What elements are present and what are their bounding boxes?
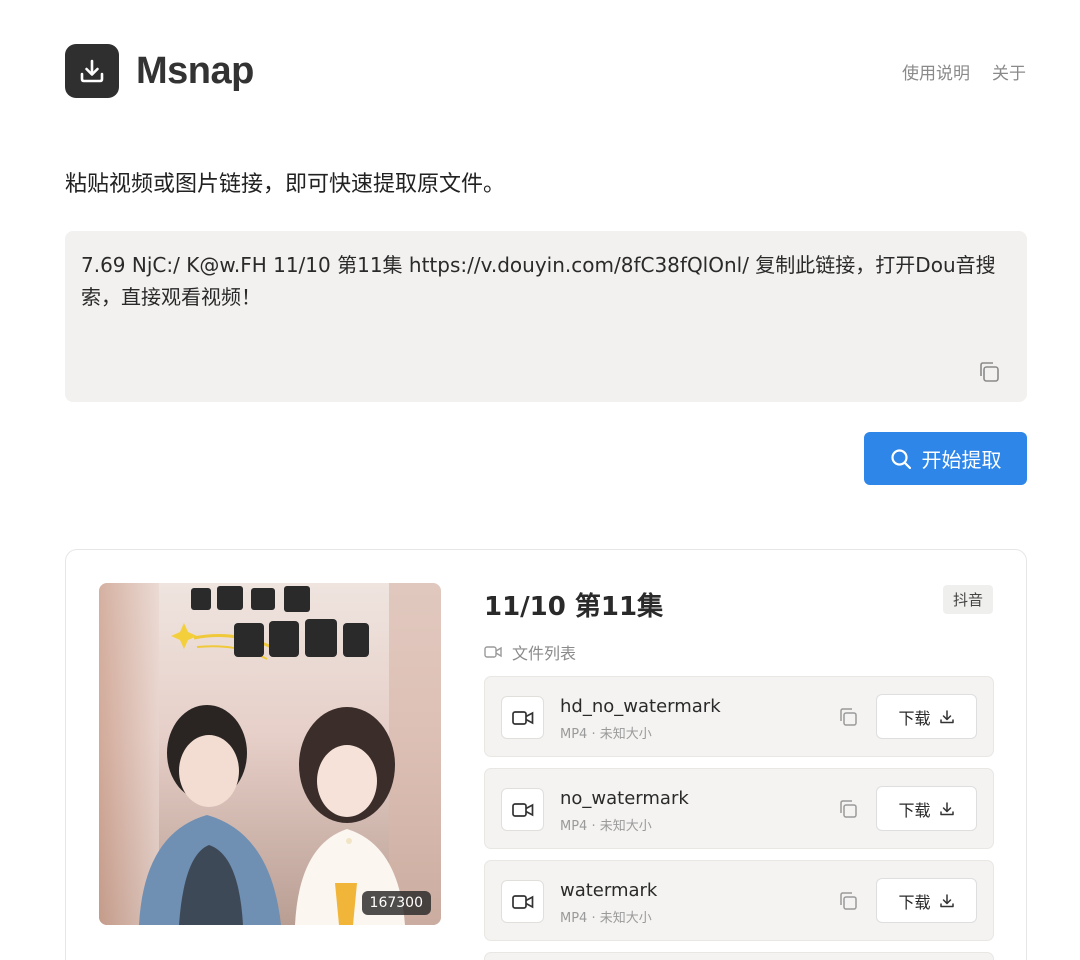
link-input-text[interactable]: 7.69 NjC:/ K@w.FH 11/10 第11集 https://v.d… — [81, 249, 1011, 313]
download-button[interactable]: 下载 — [876, 878, 977, 923]
play-count: 167300 — [361, 891, 431, 915]
link-input[interactable]: 7.69 NjC:/ K@w.FH 11/10 第11集 https://v.d… — [65, 231, 1027, 402]
copy-icon[interactable] — [837, 798, 859, 820]
video-title: 11/10 第11集 — [484, 592, 664, 622]
file-row: hd_no_watermark MP4 · 未知大小 下载 — [484, 676, 994, 757]
file-name: no_watermark — [560, 788, 689, 809]
extract-button[interactable]: 开始提取 — [864, 432, 1027, 485]
extract-button-label: 开始提取 — [921, 450, 1002, 472]
video-icon — [501, 880, 544, 923]
thumbnail-image — [99, 583, 441, 925]
download-icon — [939, 709, 954, 723]
file-list-label-text: 文件列表 — [512, 644, 577, 663]
file-meta: MP4 · 未知大小 — [560, 819, 652, 834]
download-button[interactable]: 下载 — [876, 694, 977, 739]
file-list-label: 文件列表 — [484, 640, 576, 664]
download-button-label: 下载 — [898, 708, 931, 728]
video-icon — [501, 788, 544, 831]
top-nav: 使用说明 关于 — [902, 59, 1026, 84]
tagline: 粘贴视频或图片链接，即可快速提取原文件。 — [65, 172, 506, 197]
download-icon — [939, 801, 954, 815]
nav-link-about[interactable]: 关于 — [992, 59, 1026, 84]
file-meta: MP4 · 未知大小 — [560, 911, 652, 926]
file-name: hd_no_watermark — [560, 696, 721, 717]
brand-name: Msnap — [136, 49, 254, 92]
brand[interactable]: Msnap — [65, 44, 254, 98]
download-button-label: 下载 — [898, 892, 931, 912]
file-name: watermark — [560, 880, 658, 901]
download-logo-icon — [65, 44, 119, 98]
video-icon — [501, 696, 544, 739]
nav-link-usage[interactable]: 使用说明 — [902, 59, 970, 84]
file-list: hd_no_watermark MP4 · 未知大小 下载 no_waterma… — [484, 676, 994, 960]
header: Msnap 使用说明 关于 — [65, 44, 1026, 98]
copy-icon[interactable] — [837, 890, 859, 912]
search-icon — [890, 448, 911, 469]
file-meta: MP4 · 未知大小 — [560, 727, 652, 742]
file-row-partial — [484, 952, 994, 960]
file-row: watermark MP4 · 未知大小 下载 — [484, 860, 994, 941]
video-icon — [484, 646, 502, 658]
download-button[interactable]: 下载 — [876, 786, 977, 831]
paste-icon[interactable] — [977, 360, 1001, 384]
file-row: no_watermark MP4 · 未知大小 下载 — [484, 768, 994, 849]
download-button-label: 下载 — [898, 800, 931, 820]
result-card: 167300 11/10 第11集 抖音 文件列表 hd_no_watermar… — [65, 549, 1027, 960]
download-icon — [939, 893, 954, 907]
video-thumbnail[interactable]: 167300 — [99, 583, 441, 925]
platform-badge: 抖音 — [942, 585, 993, 614]
copy-icon[interactable] — [837, 706, 859, 728]
